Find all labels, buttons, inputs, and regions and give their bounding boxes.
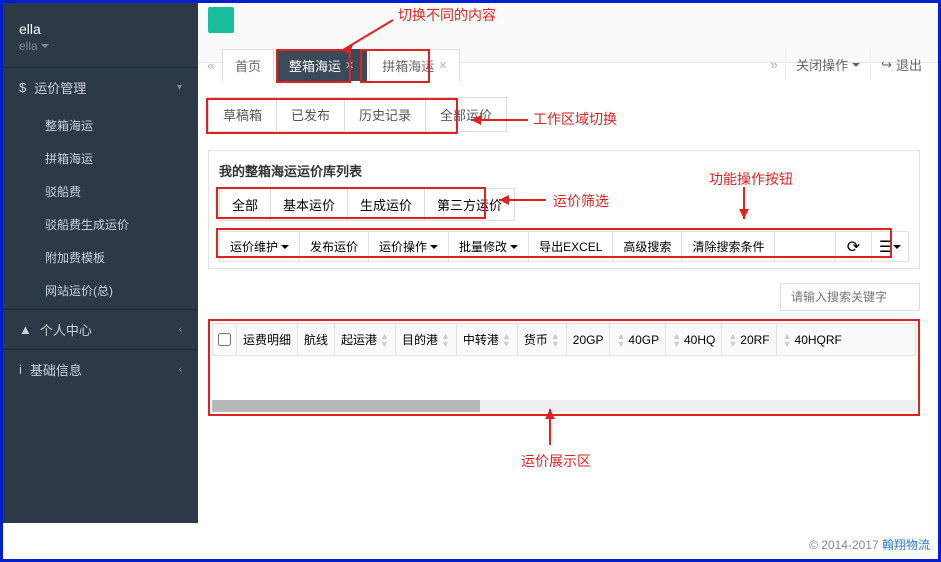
action-clear[interactable]: 清除搜索条件 [682, 232, 775, 261]
chevron-down-icon [893, 245, 901, 253]
chevron-down-icon [430, 245, 438, 253]
topbar: « 首页 整箱海运✕ 拼箱海运✕ » 关闭操作 ↪退出 [198, 3, 938, 63]
close-ops-menu[interactable]: 关闭操作 [785, 49, 870, 80]
filter-row: 全部 基本运价 生成运价 第三方运价 [219, 188, 515, 221]
user-name: ella [19, 21, 182, 37]
sidebar: ella ella $ 运价管理 ▾ 整箱海运 拼箱海运 驳船费 驳船费生成运价… [3, 3, 198, 523]
arrow-icon [463, 113, 533, 127]
person-icon: ▲ [19, 322, 32, 337]
sidebar-item[interactable]: 整箱海运 [3, 109, 198, 142]
th[interactable]: 起运港▲▼ [335, 324, 396, 355]
sidebar-item[interactable]: 驳船费 [3, 175, 198, 208]
annotation: 运价筛选 [553, 191, 609, 211]
chevron-left-icon: ‹ [179, 364, 182, 375]
refresh-icon: ⟳ [847, 237, 860, 257]
th[interactable]: ▲▼40HQRF [777, 324, 848, 355]
panel-title: 我的整箱海运运价库列表 [219, 161, 909, 180]
filter-btn[interactable]: 基本运价 [271, 189, 348, 220]
select-all-checkbox[interactable] [213, 324, 237, 355]
price-table: 运费明细 航线 起运港▲▼ 目的港▲▼ 中转港▲▼ 货币▲▼ 20GP ▲▼40… [208, 319, 920, 416]
sidebar-group-pricing[interactable]: $ 运价管理 ▾ [3, 67, 198, 107]
action-publish[interactable]: 发布运价 [300, 232, 369, 261]
user-menu[interactable]: ella [19, 39, 182, 53]
chevron-down-icon [510, 245, 518, 253]
tab-home[interactable]: 首页 [222, 49, 274, 81]
ws-tab[interactable]: 历史记录 [345, 98, 426, 131]
annotation: 运价展示区 [521, 451, 591, 471]
chevron-down-icon [281, 245, 289, 253]
action-batch[interactable]: 批量修改 [449, 232, 529, 261]
dollar-icon: $ [19, 80, 26, 95]
annotation: 功能操作按钮 [709, 169, 793, 189]
content-tabs: « 首页 整箱海运✕ 拼箱海运✕ [200, 49, 462, 81]
action-ops[interactable]: 运价操作 [369, 232, 449, 261]
tabs-prev[interactable]: « [200, 51, 222, 79]
close-icon[interactable]: ✕ [345, 59, 354, 72]
action-advsearch[interactable]: 高级搜索 [613, 232, 682, 261]
search-input[interactable] [780, 283, 920, 311]
scroll-thumb[interactable] [212, 400, 480, 412]
sort-icon: ▲▼ [441, 332, 450, 348]
sidebar-item[interactable]: 网站运价(总) [3, 274, 198, 307]
arrow-icon [737, 185, 751, 227]
annotation: 工作区域切换 [533, 109, 617, 129]
th[interactable]: 目的港▲▼ [396, 324, 457, 355]
sort-icon: ▲▼ [380, 332, 389, 348]
sort-icon: ▲▼ [502, 332, 511, 348]
tabs-next[interactable]: » [763, 51, 785, 79]
th[interactable]: ▲▼20RF [722, 324, 776, 355]
sidebar-group-personal[interactable]: ▲ 个人中心 ‹ [3, 309, 198, 349]
arrow-icon [543, 401, 557, 449]
th[interactable]: 20GP [567, 324, 611, 355]
arrow-icon [491, 193, 551, 207]
ws-tab[interactable]: 草稿箱 [209, 98, 277, 131]
sort-icon: ▲▼ [728, 332, 737, 348]
sort-icon: ▲▼ [783, 332, 792, 348]
logout-icon: ↪ [881, 57, 892, 73]
ws-tab[interactable]: 已发布 [277, 98, 345, 131]
action-export[interactable]: 导出EXCEL [529, 232, 613, 261]
footer-link[interactable]: 翰翔物流 [882, 538, 930, 552]
sidebar-sublist: 整箱海运 拼箱海运 驳船费 驳船费生成运价 附加费模板 网站运价(总) [3, 107, 198, 309]
logout-button[interactable]: ↪退出 [870, 49, 932, 80]
th[interactable]: 航线 [298, 324, 335, 355]
chevron-left-icon: ‹ [179, 324, 182, 335]
table-head: 运费明细 航线 起运港▲▼ 目的港▲▼ 中转港▲▼ 货币▲▼ 20GP ▲▼40… [212, 323, 916, 356]
columns-button[interactable]: ☰ [872, 232, 908, 261]
sidebar-group-base[interactable]: i 基础信息 ‹ [3, 349, 198, 389]
sort-icon: ▲▼ [551, 332, 560, 348]
arrow-icon [333, 15, 398, 55]
th[interactable]: 运费明细 [237, 324, 298, 355]
logo-icon [208, 7, 234, 33]
table-body [212, 356, 916, 400]
filter-btn[interactable]: 生成运价 [348, 189, 425, 220]
action-maintain[interactable]: 运价维护 [220, 232, 300, 261]
sort-icon: ▲▼ [616, 332, 625, 348]
refresh-button[interactable]: ⟳ [836, 232, 872, 261]
h-scrollbar[interactable] [212, 400, 916, 412]
action-row: 运价维护 发布运价 运价操作 批量修改 导出EXCEL 高级搜索 清除搜索条件 … [219, 231, 909, 262]
th[interactable]: 中转港▲▼ [457, 324, 518, 355]
th[interactable]: 货币▲▼ [518, 324, 567, 355]
th[interactable]: ▲▼40GP [610, 324, 666, 355]
sort-icon: ▲▼ [672, 332, 681, 348]
chevron-down-icon [41, 44, 49, 52]
sidebar-item[interactable]: 驳船费生成运价 [3, 208, 198, 241]
chevron-down-icon [852, 63, 860, 71]
annotation: 切换不同的内容 [398, 5, 496, 25]
info-icon: i [19, 362, 22, 377]
chevron-down-icon: ▾ [177, 82, 182, 93]
footer: © 2014-2017 翰翔物流 [198, 536, 930, 553]
filter-btn[interactable]: 全部 [220, 189, 271, 220]
sidebar-item[interactable]: 附加费模板 [3, 241, 198, 274]
list-icon: ☰ [879, 237, 893, 257]
sidebar-item[interactable]: 拼箱海运 [3, 142, 198, 175]
close-icon[interactable]: ✕ [438, 59, 447, 72]
th[interactable]: ▲▼40HQ [666, 324, 722, 355]
